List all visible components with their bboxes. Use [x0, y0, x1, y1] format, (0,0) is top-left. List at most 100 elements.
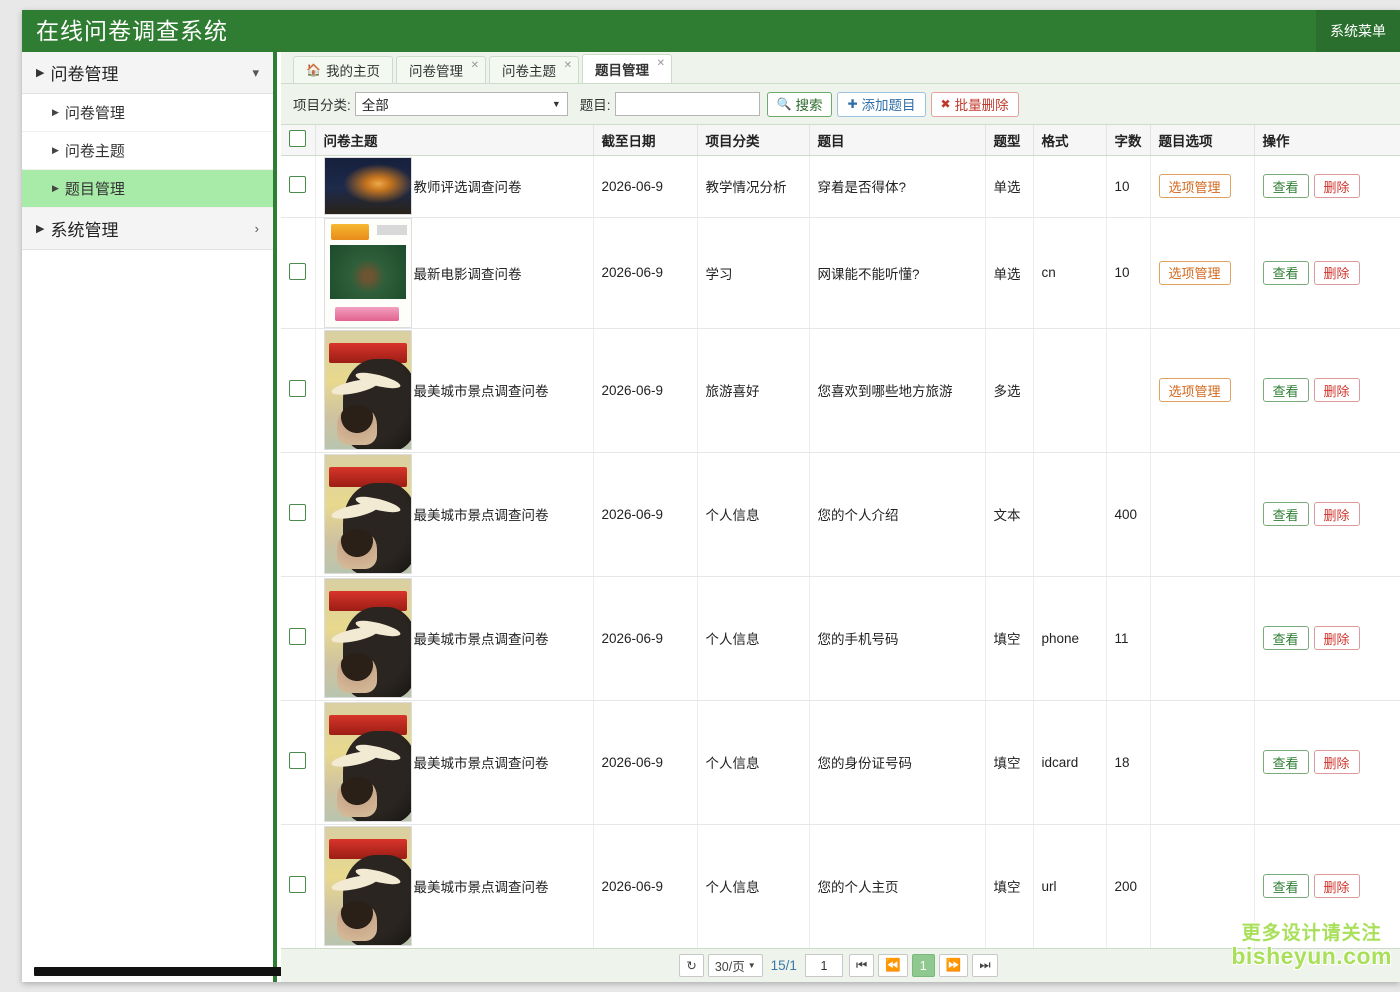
prev-page-button[interactable]: ⏪ [878, 954, 908, 977]
cell-category: 教学情况分析 [697, 155, 809, 217]
subject-name: 最美城市景点调查问卷 [414, 504, 549, 524]
cell-question: 您喜欢到哪些地方旅游 [809, 328, 985, 452]
batch-delete-button[interactable]: ✖ 批量删除 [931, 92, 1019, 117]
row-checkbox[interactable] [289, 876, 306, 893]
tab-home[interactable]: 🏠 我的主页 [293, 56, 393, 83]
delete-button[interactable]: 删除 [1314, 174, 1360, 198]
table-row[interactable]: 最新电影调查问卷2026-06-9学习网课能不能听懂?单选cn10选项管理查看删… [281, 217, 1400, 328]
questionnaire-thumbnail [324, 454, 412, 574]
cell-category: 学习 [697, 217, 809, 328]
delete-button[interactable]: 删除 [1314, 874, 1360, 898]
sidebar-item-question-manage[interactable]: ▶ 题目管理 [22, 170, 273, 208]
row-checkbox[interactable] [289, 380, 306, 397]
table-row[interactable]: 最美城市景点调查问卷2026-06-9个人信息您的个人主页填空url200查看删… [281, 824, 1400, 948]
cell-due-date: 2026-06-9 [593, 576, 697, 700]
table-row[interactable]: 最美城市景点调查问卷2026-06-9个人信息您的手机号码填空phone11查看… [281, 576, 1400, 700]
delete-button[interactable]: 删除 [1314, 626, 1360, 650]
close-icon[interactable]: ✕ [657, 58, 665, 69]
column-header-word-count: 字数 [1106, 125, 1150, 155]
horizontal-scrollbar[interactable] [34, 967, 312, 976]
app-header: 在线问卷调查系统 系统菜单 [22, 10, 1400, 52]
cell-subject: 教师评选调查问卷 [315, 155, 593, 217]
cell-actions: 查看删除 [1254, 155, 1400, 217]
first-page-button[interactable]: ⏮ [849, 954, 874, 977]
cell-format: url [1033, 824, 1106, 948]
tab-label: 问卷主题 [502, 60, 556, 80]
select-all-checkbox[interactable] [289, 130, 306, 147]
view-button[interactable]: 查看 [1263, 874, 1309, 898]
sidebar-item-questionnaire-manage[interactable]: ▶ 问卷管理 [22, 94, 273, 132]
tab-questionnaire-manage[interactable]: 问卷管理 ✕ [396, 56, 486, 83]
delete-button[interactable]: 删除 [1314, 378, 1360, 402]
option-manage-button[interactable]: 选项管理 [1159, 174, 1231, 198]
delete-button[interactable]: 删除 [1314, 502, 1360, 526]
row-checkbox[interactable] [289, 263, 306, 280]
home-icon: 🏠 [306, 63, 321, 77]
cell-format: cn [1033, 217, 1106, 328]
questionnaire-thumbnail [324, 157, 412, 215]
page-jump-input[interactable] [805, 954, 843, 977]
cell-word-count: 10 [1106, 155, 1150, 217]
table-row[interactable]: 教师评选调查问卷2026-06-9教学情况分析穿着是否得体?单选10选项管理查看… [281, 155, 1400, 217]
row-checkbox[interactable] [289, 504, 306, 521]
column-header-question: 题目 [809, 125, 985, 155]
add-question-label: 添加题目 [862, 94, 916, 114]
search-button[interactable]: 🔍 搜索 [767, 92, 833, 117]
row-select-cell [281, 824, 315, 948]
refresh-button[interactable]: ↻ [679, 954, 703, 977]
cell-subject: 最美城市景点调查问卷 [315, 824, 593, 948]
category-select[interactable]: 全部 ▼ [355, 92, 568, 116]
delete-button[interactable]: 删除 [1314, 750, 1360, 774]
tab-question-manage[interactable]: 题目管理 ✕ [582, 54, 672, 83]
tab-questionnaire-topic[interactable]: 问卷主题 ✕ [489, 56, 579, 83]
caret-right-icon: ▶ [36, 66, 44, 79]
select-all-header [281, 125, 315, 155]
sidebar-group-questionnaire[interactable]: ▶ 问卷管理 ▾ [22, 52, 273, 94]
view-button[interactable]: 查看 [1263, 502, 1309, 526]
cell-category: 旅游喜好 [697, 328, 809, 452]
page-size-select[interactable]: 30/页 ▼ [708, 954, 763, 977]
row-checkbox[interactable] [289, 176, 306, 193]
row-checkbox[interactable] [289, 752, 306, 769]
column-header-due-date: 截至日期 [593, 125, 697, 155]
table-row[interactable]: 最美城市景点调查问卷2026-06-9个人信息您的个人介绍文本400查看删除 [281, 452, 1400, 576]
cell-category: 个人信息 [697, 824, 809, 948]
view-button[interactable]: 查看 [1263, 261, 1309, 285]
cell-category: 个人信息 [697, 576, 809, 700]
cell-question: 您的个人主页 [809, 824, 985, 948]
row-select-cell [281, 217, 315, 328]
view-button[interactable]: 查看 [1263, 750, 1309, 774]
column-header-format: 格式 [1033, 125, 1106, 155]
page-number-button[interactable]: 1 [912, 954, 935, 977]
add-question-button[interactable]: ✚ 添加题目 [837, 92, 925, 117]
sidebar-group-system[interactable]: ▶ 系统管理 › [22, 208, 273, 250]
option-manage-button[interactable]: 选项管理 [1159, 261, 1231, 285]
view-button[interactable]: 查看 [1263, 174, 1309, 198]
row-checkbox[interactable] [289, 628, 306, 645]
tab-label: 问卷管理 [409, 60, 463, 80]
cell-actions: 查看删除 [1254, 217, 1400, 328]
option-manage-button[interactable]: 选项管理 [1159, 378, 1231, 402]
cell-subject: 最美城市景点调查问卷 [315, 700, 593, 824]
cell-format [1033, 452, 1106, 576]
delete-button[interactable]: 删除 [1314, 261, 1360, 285]
close-icon[interactable]: ✕ [471, 60, 479, 71]
question-search-input[interactable] [615, 92, 760, 116]
page-title: 在线问卷调查系统 [36, 17, 228, 45]
next-page-button[interactable]: ⏩ [939, 954, 969, 977]
view-button[interactable]: 查看 [1263, 378, 1309, 402]
view-button[interactable]: 查看 [1263, 626, 1309, 650]
cell-word-count: 400 [1106, 452, 1150, 576]
cell-actions: 查看删除 [1254, 576, 1400, 700]
plus-icon: ✚ [847, 97, 857, 111]
last-page-button[interactable]: ⏭ [972, 954, 997, 977]
sidebar-item-questionnaire-topic[interactable]: ▶ 问卷主题 [22, 132, 273, 170]
table-row[interactable]: 最美城市景点调查问卷2026-06-9个人信息您的身份证号码填空idcard18… [281, 700, 1400, 824]
system-menu-button[interactable]: 系统菜单 [1316, 10, 1400, 52]
questions-table-container: 问卷主题 截至日期 项目分类 题目 题型 格式 字数 题目选项 操作 教师评选调… [281, 125, 1400, 948]
table-header-row: 问卷主题 截至日期 项目分类 题目 题型 格式 字数 题目选项 操作 [281, 125, 1400, 155]
close-icon[interactable]: ✕ [564, 60, 572, 71]
table-row[interactable]: 最美城市景点调查问卷2026-06-9旅游喜好您喜欢到哪些地方旅游多选选项管理查… [281, 328, 1400, 452]
cell-word-count: 18 [1106, 700, 1150, 824]
cross-icon: ✖ [941, 97, 951, 111]
